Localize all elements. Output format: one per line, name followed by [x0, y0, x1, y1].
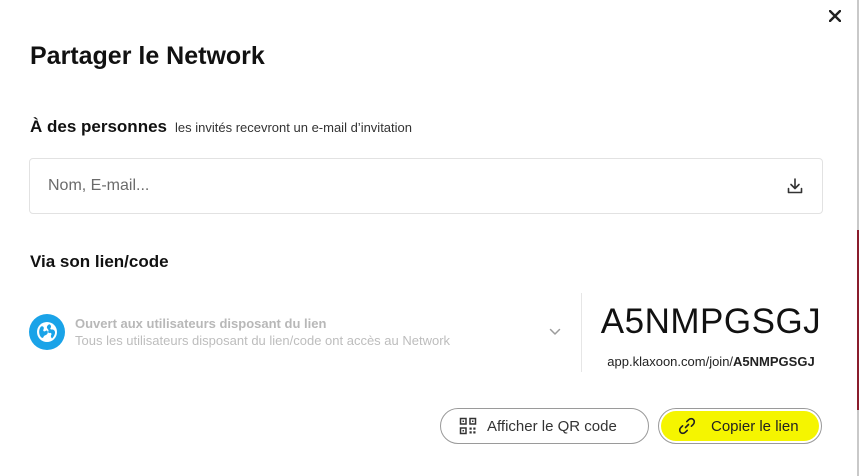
- join-url-code: A5NMPGSGJ: [733, 354, 815, 369]
- chevron-down-icon: [545, 328, 565, 336]
- join-url: app.klaxoon.com/join/A5NMPGSGJ: [582, 354, 840, 369]
- link-section-heading: Via son lien/code: [30, 252, 169, 271]
- join-url-prefix: app.klaxoon.com/join/: [607, 354, 734, 369]
- access-text: Ouvert aux utilisateurs disposant du lie…: [75, 316, 545, 348]
- link-icon: [678, 417, 696, 435]
- people-section-header: À des personnes les invités recevront un…: [30, 117, 412, 137]
- access-title: Ouvert aux utilisateurs disposant du lie…: [75, 316, 327, 331]
- copy-link-highlight: Copier le lien: [661, 411, 819, 441]
- show-qr-code-label: Afficher le QR code: [487, 417, 617, 435]
- close-button[interactable]: [825, 6, 845, 26]
- close-icon: [829, 10, 841, 22]
- globe-icon: [29, 314, 65, 350]
- people-heading: À des personnes: [30, 117, 167, 136]
- people-subtext: les invités recevront un e-mail d’invita…: [175, 120, 412, 135]
- join-code: A5NMPGSGJ: [600, 302, 822, 341]
- access-level-dropdown[interactable]: Ouvert aux utilisateurs disposant du lie…: [29, 296, 569, 368]
- dialog-title: Partager le Network: [30, 42, 265, 70]
- qr-code-icon: [459, 417, 477, 435]
- download-icon: [787, 178, 803, 194]
- copy-link-button[interactable]: Copier le lien: [658, 408, 822, 444]
- show-qr-code-button[interactable]: Afficher le QR code: [440, 408, 649, 444]
- import-button[interactable]: [768, 159, 822, 213]
- access-description: Tous les utilisateurs disposant du lien/…: [75, 333, 451, 348]
- invite-field: [29, 158, 823, 214]
- copy-link-label: Copier le lien: [711, 417, 799, 435]
- invite-input[interactable]: [30, 159, 768, 213]
